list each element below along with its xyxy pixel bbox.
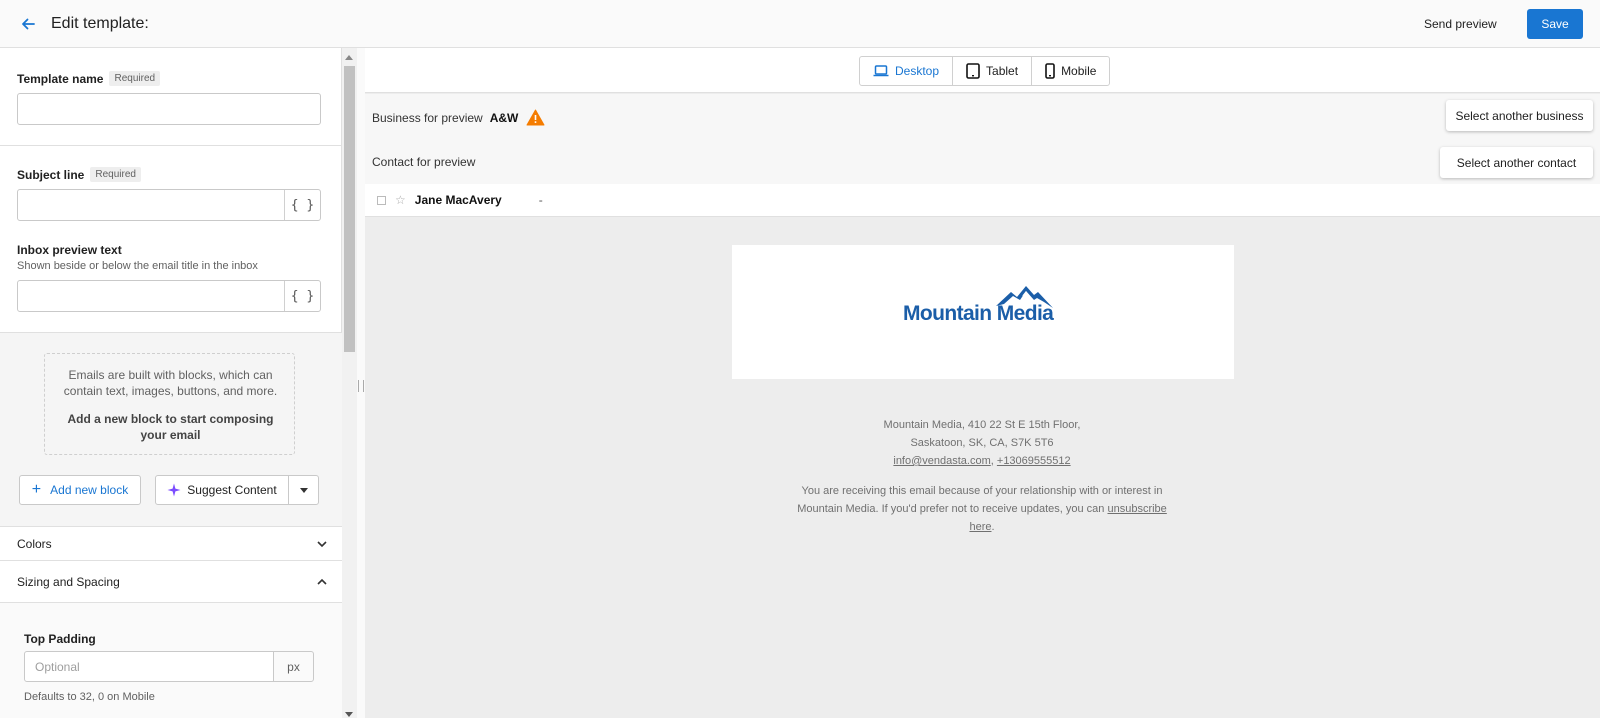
page-title: Edit template:: [51, 14, 149, 32]
colors-section-header[interactable]: Colors: [0, 526, 342, 560]
preview-context-area: [365, 94, 1600, 184]
chevron-up-icon: [317, 578, 327, 585]
device-mobile-button[interactable]: Mobile: [1032, 57, 1109, 85]
suggest-content-menu-button[interactable]: [288, 475, 319, 505]
blocks-cta: Add a new block to start composing your …: [67, 412, 274, 442]
divider: [0, 145, 342, 146]
required-badge: Required: [109, 71, 161, 86]
chevron-down-icon: [317, 541, 327, 548]
top-padding-field: [24, 651, 274, 682]
inbox-preview-label: Inbox preview text: [17, 243, 122, 257]
left-panel-scrollbar[interactable]: [342, 48, 357, 718]
business-for-preview: Business for preview A&W: [372, 109, 545, 126]
checkbox[interactable]: [377, 195, 386, 205]
footer-address: Mountain Media, 410 22 St E 15th Floor, …: [883, 419, 1081, 467]
inbox-sender: Jane MacAvery: [414, 193, 502, 207]
inbox-subject: -: [538, 193, 543, 207]
required-badge: Required: [90, 167, 141, 182]
mountain-media-logo: Mountain Media: [903, 278, 1069, 328]
inbox-preview-input[interactable]: { }: [17, 280, 321, 312]
laptop-icon: [873, 65, 889, 77]
footer-notice: You are receiving this email because of …: [797, 485, 1167, 533]
email-link[interactable]: info@vendasta.com: [893, 455, 990, 467]
subject-line-label: Subject line Required: [17, 167, 141, 182]
plus-icon: +: [31, 481, 42, 498]
send-preview-button[interactable]: Send preview: [1424, 12, 1497, 36]
add-new-block-button[interactable]: + Add new block: [19, 475, 141, 505]
sizing-spacing-section-header[interactable]: Sizing and Spacing: [0, 560, 342, 602]
caret-down-icon: [299, 487, 308, 493]
select-another-contact-button[interactable]: Select another contact: [1440, 147, 1593, 178]
top-bar: Edit template: Send preview Save: [0, 0, 1600, 48]
save-button[interactable]: Save: [1527, 9, 1583, 39]
subject-line-input[interactable]: { }: [17, 189, 321, 221]
device-tablet-button[interactable]: Tablet: [953, 57, 1033, 85]
divider: [0, 332, 342, 333]
business-name: A&W: [489, 110, 519, 125]
top-padding-hint: Defaults to 32, 0 on Mobile: [24, 691, 155, 703]
panel-resize-handle[interactable]: [358, 380, 364, 392]
top-padding-label: Top Padding: [24, 632, 96, 646]
inbox-preview-hint: Shown beside or below the email title in…: [17, 260, 258, 272]
px-unit-label: px: [273, 651, 314, 682]
star-icon[interactable]: ☆: [395, 193, 406, 207]
mobile-phone-icon: [1045, 63, 1055, 79]
dynamic-content-braces-icon[interactable]: { }: [284, 190, 320, 220]
select-another-business-button[interactable]: Select another business: [1446, 100, 1593, 131]
logo-wordmark: Mountain Media: [903, 302, 1054, 325]
back-arrow-icon[interactable]: [14, 10, 42, 38]
scroll-up-arrow-icon[interactable]: [345, 55, 353, 60]
dynamic-content-braces-icon[interactable]: { }: [284, 281, 320, 311]
top-padding-input[interactable]: [25, 652, 273, 681]
inbox-preview-row: ☆ Jane MacAvery -: [365, 184, 1600, 217]
empty-blocks-placeholder: Emails are built with blocks, which can …: [44, 353, 295, 455]
scroll-thumb[interactable]: [344, 66, 355, 352]
sparkle-icon: [167, 483, 181, 497]
warning-icon: [526, 109, 545, 126]
phone-link[interactable]: +13069555512: [997, 455, 1071, 467]
device-toggle-group: Desktop Tablet Mobile: [859, 56, 1111, 86]
tablet-icon: [966, 63, 980, 79]
blocks-description: Emails are built with blocks, which can …: [63, 368, 278, 398]
device-desktop-button[interactable]: Desktop: [860, 57, 954, 85]
suggest-content-button[interactable]: Suggest Content: [155, 475, 289, 505]
scroll-down-arrow-icon[interactable]: [345, 712, 353, 717]
template-name-label: Template name Required: [17, 71, 161, 86]
contact-for-preview-label: Contact for preview: [372, 155, 476, 169]
template-name-input[interactable]: [17, 93, 321, 125]
